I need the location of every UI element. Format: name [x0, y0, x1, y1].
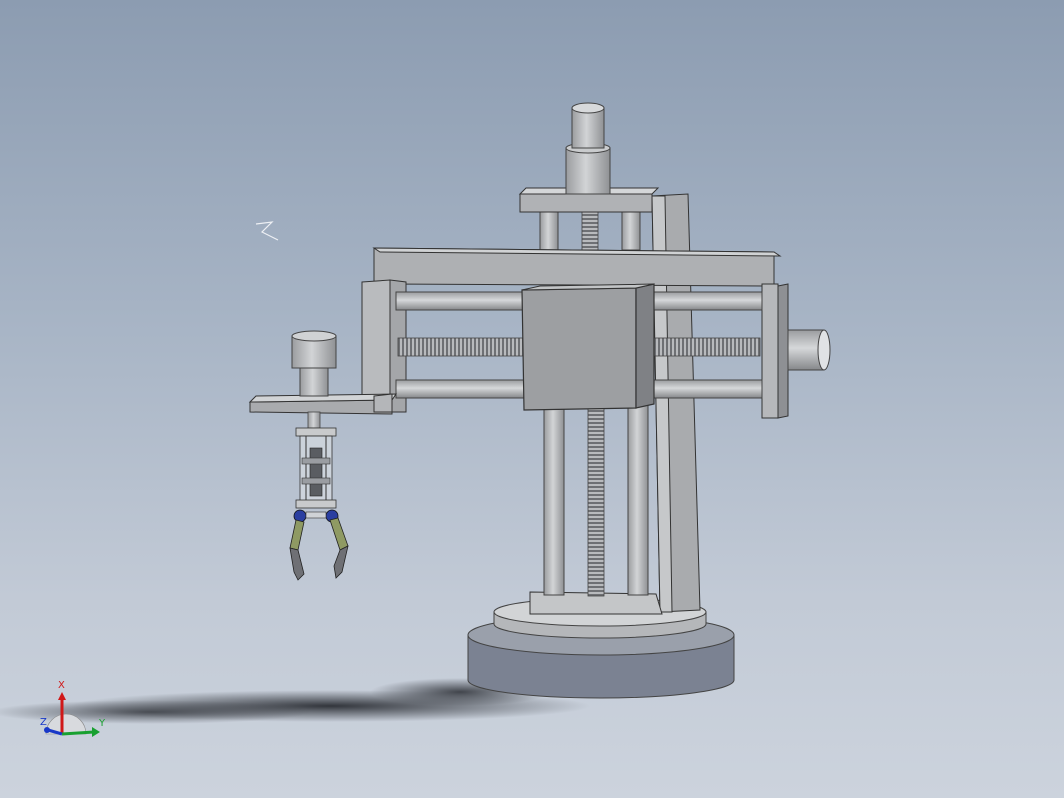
model-scene[interactable] — [0, 0, 1064, 798]
gripper-bracket[interactable] — [248, 393, 397, 415]
vertical-guide-rod-right[interactable] — [627, 404, 649, 596]
vertical-guide-rod-left[interactable] — [543, 404, 565, 596]
carriage-block[interactable] — [521, 283, 655, 411]
top-motor[interactable] — [565, 102, 611, 195]
triad-x-label: X — [58, 680, 65, 691]
upper-guide-rods[interactable] — [539, 207, 641, 251]
gripper-body[interactable] — [295, 411, 337, 509]
graphics-viewport[interactable]: X Y Z — [0, 0, 1064, 798]
gripper-finger-left[interactable] — [289, 519, 305, 581]
sketch-mark — [255, 221, 279, 241]
triad-y-label: Y — [99, 718, 106, 729]
gripper-motor[interactable] — [291, 330, 337, 397]
vertical-lead-screw[interactable] — [587, 407, 605, 597]
triad-z-label: Z — [40, 717, 47, 728]
side-motor[interactable] — [787, 329, 831, 371]
gripper-finger-right[interactable] — [329, 517, 349, 579]
